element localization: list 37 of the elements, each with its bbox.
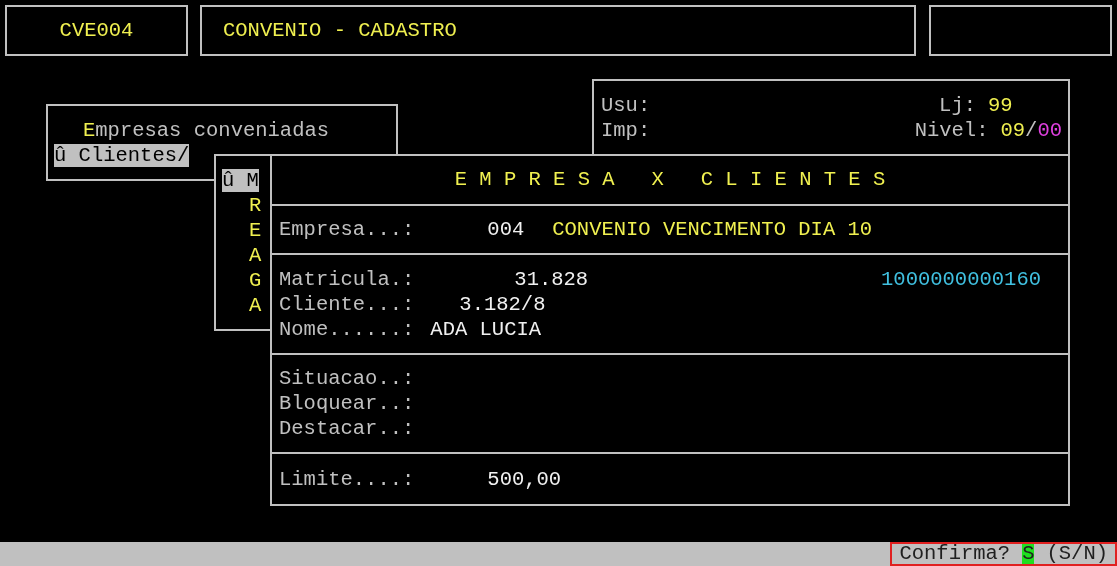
store-value: 99 — [988, 93, 1014, 118]
field-label: Limite....: — [279, 466, 415, 492]
menu-item[interactable]: Empresas conveniadas — [83, 119, 330, 142]
field-label: Matricula.: — [279, 266, 415, 292]
level-value: 09 — [1000, 118, 1026, 143]
menu-item[interactable]: E — [249, 219, 262, 242]
field-value: 004 — [486, 217, 525, 243]
field-detail: CONVENIO VENCIMENTO DIA 10 — [552, 217, 873, 243]
confirm-options: (S/N) — [1046, 544, 1108, 564]
field-value: ADA LUCIA — [429, 316, 542, 342]
printer-label: Imp: — [601, 118, 651, 143]
field-label: Situacao..: — [279, 366, 415, 392]
level-max: 00 — [1037, 118, 1062, 143]
field-detail: 1000000000160 — [881, 266, 1041, 292]
field-label: Bloquear..: — [279, 391, 415, 417]
menu-item[interactable]: û M — [222, 169, 259, 192]
field-value: 3.182/8 — [458, 291, 546, 317]
menu-item[interactable]: û Clientes/ — [54, 144, 190, 167]
menu-item[interactable]: A — [249, 294, 262, 317]
field-value: 500,00 — [486, 466, 562, 492]
field-label: Cliente...: — [279, 291, 415, 317]
screen-title: CONVENIO - CADASTRO — [223, 18, 457, 43]
dialog-title: E M P R E S A X C L I E N T E S — [454, 167, 886, 193]
confirm-prompt: Confirma? — [899, 544, 1011, 564]
field-value: 31.828 — [513, 266, 589, 292]
confirm-answer[interactable]: S — [1022, 544, 1035, 564]
menu-item[interactable]: G — [249, 269, 262, 292]
field-label: Destacar..: — [279, 416, 415, 442]
field-label: Nome......: — [279, 316, 415, 342]
menu-item[interactable]: A — [249, 244, 262, 267]
user-label: Usu: — [601, 93, 651, 118]
level-separator: / — [1025, 118, 1038, 143]
level-label: Nivel: — [914, 118, 989, 143]
store-label: Lj: — [939, 93, 976, 118]
menu-item[interactable]: R — [249, 194, 262, 217]
program-code: CVE004 — [59, 18, 134, 43]
field-label: Empresa...: — [279, 217, 415, 243]
